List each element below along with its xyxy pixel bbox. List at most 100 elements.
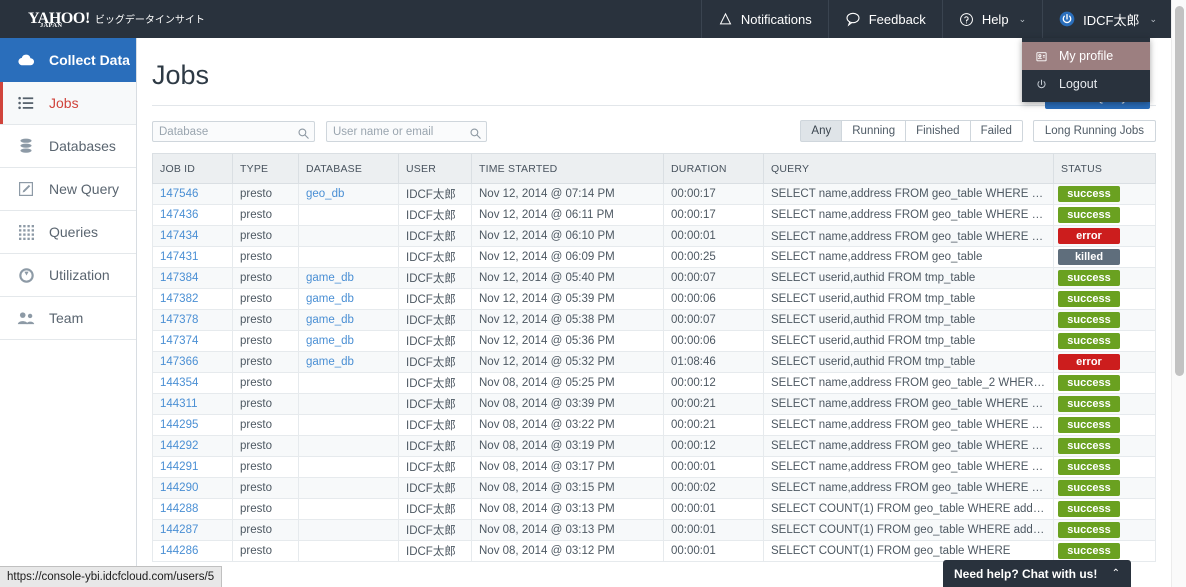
column-header-query[interactable]: QUERY bbox=[763, 153, 1054, 184]
cell-job-id[interactable]: 147434 bbox=[152, 225, 233, 247]
cell-job-id[interactable]: 144311 bbox=[152, 393, 233, 415]
cell-job-id[interactable]: 144354 bbox=[152, 372, 233, 394]
cell-database[interactable]: game_db bbox=[298, 267, 399, 289]
job-id-link[interactable]: 144287 bbox=[160, 524, 198, 536]
cell-job-id[interactable]: 147431 bbox=[152, 246, 233, 268]
table-row[interactable]: 144295 presto IDCF太郎 Nov 08, 2014 @ 03:22 P… bbox=[152, 414, 1156, 436]
database-link[interactable]: game_db bbox=[306, 314, 354, 326]
database-link[interactable]: geo_db bbox=[306, 188, 344, 200]
table-row[interactable]: 144288 presto IDCF太郎 Nov 08, 2014 @ 03:13 P… bbox=[152, 498, 1156, 520]
job-id-link[interactable]: 147374 bbox=[160, 335, 198, 347]
sidebar-item-queries[interactable]: Queries bbox=[0, 211, 136, 254]
user-search-box[interactable] bbox=[326, 120, 487, 142]
job-id-link[interactable]: 147546 bbox=[160, 188, 198, 200]
table-row[interactable]: 144290 presto IDCF太郎 Nov 08, 2014 @ 03:15 P… bbox=[152, 477, 1156, 499]
column-header-time-started[interactable]: TIME STARTED bbox=[471, 153, 664, 184]
cell-job-id[interactable]: 147378 bbox=[152, 309, 233, 331]
nav-notifications[interactable]: Notifications bbox=[700, 0, 828, 38]
column-header-status[interactable]: STATUS bbox=[1053, 153, 1156, 184]
column-header-database[interactable]: DATABASE bbox=[298, 153, 399, 184]
database-link[interactable]: game_db bbox=[306, 272, 354, 284]
sidebar-item-collect-data[interactable]: Collect Data bbox=[0, 38, 136, 82]
column-header-type[interactable]: TYPE bbox=[232, 153, 299, 184]
database-search-box[interactable] bbox=[152, 120, 315, 142]
cell-job-id[interactable]: 147374 bbox=[152, 330, 233, 352]
table-row[interactable]: 144287 presto IDCF太郎 Nov 08, 2014 @ 03:13 P… bbox=[152, 519, 1156, 541]
cell-job-id[interactable]: 144288 bbox=[152, 498, 233, 520]
sidebar-item-utilization[interactable]: Utilization bbox=[0, 254, 136, 297]
chat-widget[interactable]: Need help? Chat with us! ⌃ bbox=[943, 560, 1131, 587]
table-row[interactable]: 147431 presto IDCF太郎 Nov 12, 2014 @ 06:09 P… bbox=[152, 246, 1156, 268]
filter-button-finished[interactable]: Finished bbox=[906, 120, 971, 142]
job-id-link[interactable]: 147382 bbox=[160, 293, 198, 305]
table-row[interactable]: 147436 presto IDCF太郎 Nov 12, 2014 @ 06:11 P… bbox=[152, 204, 1156, 226]
cell-job-id[interactable]: 144295 bbox=[152, 414, 233, 436]
cell-job-id[interactable]: 147366 bbox=[152, 351, 233, 373]
job-id-link[interactable]: 144354 bbox=[160, 377, 198, 389]
chevron-up-icon[interactable]: ⌃ bbox=[1112, 568, 1120, 579]
job-id-link[interactable]: 144290 bbox=[160, 482, 198, 494]
menu-item-my-profile[interactable]: My profile bbox=[1022, 42, 1150, 70]
job-id-link[interactable]: 144288 bbox=[160, 503, 198, 515]
sidebar-item-new-query[interactable]: New Query bbox=[0, 168, 136, 211]
table-row[interactable]: 147434 presto IDCF太郎 Nov 12, 2014 @ 06:10 P… bbox=[152, 225, 1156, 247]
job-id-link[interactable]: 147431 bbox=[160, 251, 198, 263]
sidebar-item-team[interactable]: Team bbox=[0, 297, 136, 340]
column-header-user[interactable]: USER bbox=[398, 153, 472, 184]
job-id-link[interactable]: 144295 bbox=[160, 419, 198, 431]
table-row[interactable]: 147384 presto game_db IDCF太郎 Nov 12, 2014 @ … bbox=[152, 267, 1156, 289]
nav-help[interactable]: Help ⌄ bbox=[941, 0, 1042, 38]
database-search-input[interactable] bbox=[153, 122, 314, 141]
cell-job-id[interactable]: 144291 bbox=[152, 456, 233, 478]
table-row[interactable]: 147378 presto game_db IDCF太郎 Nov 12, 2014 @ … bbox=[152, 309, 1156, 331]
cell-database[interactable]: game_db bbox=[298, 351, 399, 373]
cell-job-id[interactable]: 147436 bbox=[152, 204, 233, 226]
cell-job-id[interactable]: 147546 bbox=[152, 183, 233, 205]
cell-job-id[interactable]: 147384 bbox=[152, 267, 233, 289]
cell-database[interactable]: game_db bbox=[298, 330, 399, 352]
job-id-link[interactable]: 147378 bbox=[160, 314, 198, 326]
filter-button-any[interactable]: Any bbox=[800, 120, 843, 142]
cell-job-id[interactable]: 147382 bbox=[152, 288, 233, 310]
filter-button-failed[interactable]: Failed bbox=[970, 120, 1023, 142]
page-scrollbar-thumb[interactable] bbox=[1175, 6, 1184, 376]
cell-database[interactable]: game_db bbox=[298, 309, 399, 331]
filter-button-running[interactable]: Running bbox=[842, 120, 907, 142]
cell-database[interactable]: game_db bbox=[298, 288, 399, 310]
database-link[interactable]: game_db bbox=[306, 293, 354, 305]
job-id-link[interactable]: 147434 bbox=[160, 230, 198, 242]
long-running-jobs-button[interactable]: Long Running Jobs bbox=[1032, 120, 1156, 142]
nav-feedback[interactable]: Feedback bbox=[827, 0, 942, 38]
database-link[interactable]: game_db bbox=[306, 335, 354, 347]
job-id-link[interactable]: 144311 bbox=[160, 398, 198, 410]
table-row[interactable]: 147546 presto geo_db IDCF太郎 Nov 12, 2014 @ 0… bbox=[152, 183, 1156, 205]
table-row[interactable]: 147366 presto game_db IDCF太郎 Nov 12, 2014 @ … bbox=[152, 351, 1156, 373]
job-id-link[interactable]: 147384 bbox=[160, 272, 198, 284]
table-row[interactable]: 144292 presto IDCF太郎 Nov 08, 2014 @ 03:19 P… bbox=[152, 435, 1156, 457]
sidebar-item-databases[interactable]: Databases bbox=[0, 125, 136, 168]
table-row[interactable]: 144291 presto IDCF太郎 Nov 08, 2014 @ 03:17 P… bbox=[152, 456, 1156, 478]
nav-user-menu[interactable]: IDCF太郎 ⌄ bbox=[1042, 0, 1171, 38]
cell-database[interactable]: geo_db bbox=[298, 183, 399, 205]
user-search-input[interactable] bbox=[327, 122, 486, 141]
job-id-link[interactable]: 147366 bbox=[160, 356, 198, 368]
database-link[interactable]: game_db bbox=[306, 356, 354, 368]
cell-job-id[interactable]: 144292 bbox=[152, 435, 233, 457]
table-row[interactable]: 144311 presto IDCF太郎 Nov 08, 2014 @ 03:39 P… bbox=[152, 393, 1156, 415]
job-id-link[interactable]: 144292 bbox=[160, 440, 198, 452]
table-row[interactable]: 144286 presto IDCF太郎 Nov 08, 2014 @ 03:12 P… bbox=[152, 540, 1156, 562]
table-row[interactable]: 144354 presto IDCF太郎 Nov 08, 2014 @ 05:25 P… bbox=[152, 372, 1156, 394]
job-id-link[interactable]: 144286 bbox=[160, 545, 198, 557]
brand-logo[interactable]: YAHOO! JAPAN ビッグデータインサイト bbox=[0, 11, 205, 29]
sidebar-item-jobs[interactable]: Jobs bbox=[0, 82, 136, 125]
cell-job-id[interactable]: 144286 bbox=[152, 540, 233, 562]
table-row[interactable]: 147382 presto game_db IDCF太郎 Nov 12, 2014 @ … bbox=[152, 288, 1156, 310]
menu-item-logout[interactable]: Logout bbox=[1022, 70, 1150, 98]
cell-job-id[interactable]: 144290 bbox=[152, 477, 233, 499]
table-row[interactable]: 147374 presto game_db IDCF太郎 Nov 12, 2014 @ … bbox=[152, 330, 1156, 352]
job-id-link[interactable]: 147436 bbox=[160, 209, 198, 221]
column-header-job-id[interactable]: JOB ID bbox=[152, 153, 233, 184]
cell-job-id[interactable]: 144287 bbox=[152, 519, 233, 541]
job-id-link[interactable]: 144291 bbox=[160, 461, 198, 473]
column-header-duration[interactable]: DURATION bbox=[663, 153, 764, 184]
